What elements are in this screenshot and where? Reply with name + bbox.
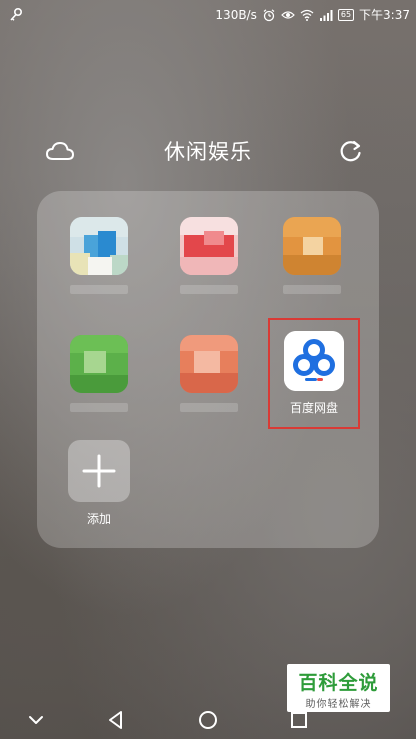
blurred-label [70, 403, 128, 412]
blurred-app-icon [180, 335, 238, 393]
back-icon[interactable] [104, 708, 128, 732]
add-button[interactable] [68, 440, 130, 502]
blurred-app-icon [70, 335, 128, 393]
signal-icon [319, 10, 333, 21]
alarm-icon [263, 9, 275, 22]
status-indicators: 130B/s 65 下午3:37 [215, 7, 410, 23]
blurred-label [283, 285, 341, 294]
home-screen: 130B/s 65 下午3:37 休闲娱乐 百度网盘 添加 百科全说 助你轻松解… [0, 0, 416, 739]
blurred-app-icon [283, 217, 341, 275]
app-item-blurred-2[interactable] [174, 209, 244, 309]
folder-header: 休闲娱乐 [0, 130, 416, 174]
refresh-icon[interactable] [338, 138, 364, 164]
app-label-baidu-netdisk: 百度网盘 [289, 401, 338, 415]
baidu-netdisk-icon [284, 331, 344, 391]
wifi-icon [300, 9, 314, 21]
app-item-blurred-3[interactable] [277, 209, 347, 309]
blurred-app-icon [70, 217, 128, 275]
blurred-app-icon [180, 217, 238, 275]
app-item-blurred-4[interactable] [64, 327, 134, 427]
plus-icon [82, 454, 116, 488]
watermark-title: 百科全说 [298, 672, 379, 694]
folder-panel: 百度网盘 添加 [37, 191, 379, 548]
recents-icon[interactable] [287, 708, 311, 732]
add-label: 添加 [86, 512, 111, 526]
app-item-blurred-5[interactable] [174, 327, 244, 427]
navigation-bar [0, 700, 416, 739]
status-bar: 130B/s 65 下午3:37 [0, 0, 416, 30]
eye-icon [281, 11, 295, 19]
add-app-item[interactable]: 添加 [67, 440, 133, 530]
battery-level: 65 [340, 10, 352, 19]
blurred-label [70, 285, 128, 294]
home-icon[interactable] [196, 708, 220, 732]
app-item-blurred-1[interactable] [64, 209, 134, 309]
folder-title[interactable]: 休闲娱乐 [108, 136, 308, 166]
blurred-label [180, 285, 238, 294]
chevron-down-icon[interactable] [24, 708, 48, 732]
blurred-label [180, 403, 238, 412]
app-item-baidu-netdisk[interactable]: 百度网盘 [268, 318, 360, 429]
key-icon [10, 7, 23, 21]
cloud-icon[interactable] [44, 138, 76, 166]
clock: 下午3:37 [359, 8, 410, 22]
network-speed: 130B/s [215, 8, 257, 22]
battery-icon: 65 [337, 9, 355, 21]
